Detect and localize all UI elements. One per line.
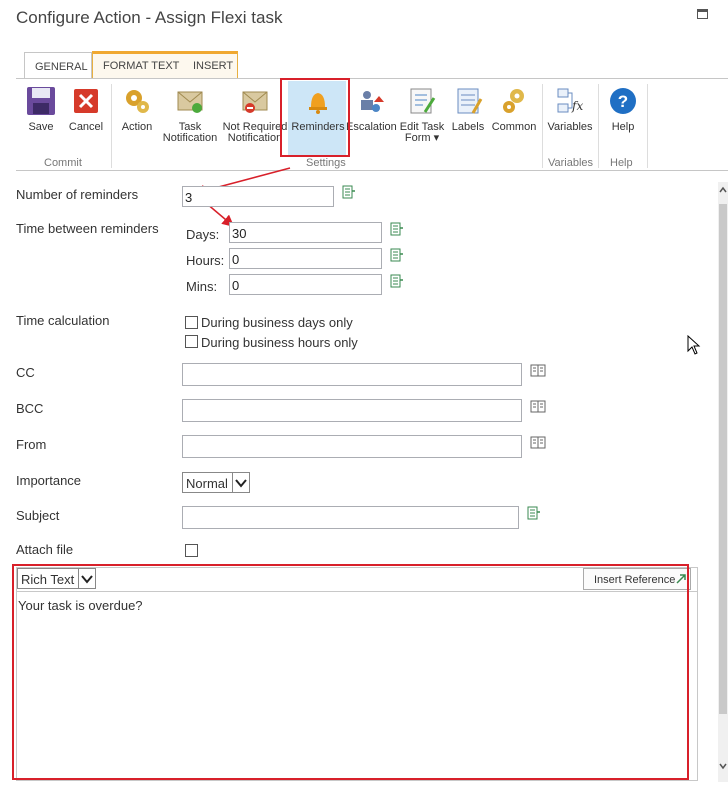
tab-insert[interactable]: INSERT <box>183 52 243 79</box>
cancel-button[interactable]: Cancel <box>68 86 104 133</box>
insert-reference-icon[interactable] <box>342 185 356 199</box>
cc-input[interactable] <box>182 363 522 386</box>
variables-fx-icon: fx <box>557 88 583 113</box>
business-hours-checkbox[interactable] <box>185 335 198 348</box>
attach-file-checkbox[interactable] <box>185 544 198 557</box>
group-label-variables: Variables <box>548 157 594 169</box>
time-calculation-label: Time calculation <box>16 313 110 328</box>
floppy-disk-icon <box>27 87 55 115</box>
vertical-scrollbar[interactable] <box>718 182 728 782</box>
hours-input[interactable]: 0 <box>229 248 382 269</box>
business-hours-label: During business hours only <box>201 335 358 350</box>
scroll-down-icon[interactable] <box>719 762 727 770</box>
form-edit-icon <box>410 88 436 114</box>
bcc-label: BCC <box>16 401 44 416</box>
save-button[interactable]: Save <box>26 86 56 133</box>
insert-reference-icon[interactable] <box>390 274 404 288</box>
labels-button[interactable]: Labels <box>450 86 486 133</box>
envelope-block-icon <box>242 91 268 113</box>
cancel-x-icon <box>74 89 98 113</box>
address-book-icon[interactable] <box>530 436 546 449</box>
window-title: Configure Action - Assign Flexi task <box>16 8 283 27</box>
maximize-icon[interactable] <box>697 9 708 19</box>
task-notification-button[interactable]: Task Notification <box>160 86 220 144</box>
hours-label: Hours: <box>186 253 225 268</box>
escalation-button[interactable]: Escalation <box>346 86 397 133</box>
edit-task-form-button[interactable]: Edit Task Form ▾ <box>398 86 446 144</box>
help-button[interactable]: ? Help <box>606 86 640 133</box>
reminders-highlight-box <box>280 78 350 157</box>
mouse-cursor-icon <box>687 335 701 355</box>
insert-reference-icon[interactable] <box>390 248 404 262</box>
scroll-up-icon[interactable] <box>719 186 727 194</box>
from-input[interactable] <box>182 435 522 458</box>
insert-reference-icon[interactable] <box>390 222 404 236</box>
subject-input[interactable] <box>182 506 519 529</box>
editor-highlight-box <box>12 564 689 780</box>
group-label-settings: Settings <box>306 157 346 169</box>
escalation-users-icon <box>361 91 384 112</box>
address-book-icon[interactable] <box>530 400 546 413</box>
days-input[interactable]: 30 <box>229 222 382 243</box>
business-days-label: During business days only <box>201 315 353 330</box>
chevron-down-icon <box>232 473 249 492</box>
number-of-reminders-input[interactable]: 3 <box>182 186 334 207</box>
tab-general[interactable]: GENERAL <box>24 52 92 79</box>
from-label: From <box>16 437 47 452</box>
svg-text:fx: fx <box>571 99 583 113</box>
dropdown-arrow-icon: ▾ <box>433 132 440 144</box>
variables-button[interactable]: fx Variables <box>546 86 594 133</box>
attach-file-label: Attach file <box>16 542 74 557</box>
subject-label: Subject <box>16 508 60 523</box>
gears-icon <box>126 90 149 113</box>
scrollbar-thumb[interactable] <box>719 204 727 714</box>
group-label-help: Help <box>610 157 633 169</box>
tab-format-text[interactable]: FORMAT TEXT <box>93 52 189 79</box>
common-button[interactable]: Common <box>490 86 538 133</box>
cc-label: CC <box>16 365 35 380</box>
insert-reference-icon[interactable] <box>527 506 541 520</box>
labels-notepad-icon <box>457 88 483 114</box>
address-book-icon[interactable] <box>530 364 546 377</box>
time-between-reminders-label: Time between reminders <box>16 221 159 236</box>
common-gears-icon <box>503 89 524 113</box>
days-label: Days: <box>186 227 220 242</box>
importance-label: Importance <box>16 473 82 488</box>
envelope-check-icon <box>177 91 203 113</box>
mins-input[interactable]: 0 <box>229 274 382 295</box>
action-button[interactable]: Action <box>118 86 156 133</box>
group-label-commit: Commit <box>44 157 82 169</box>
bcc-input[interactable] <box>182 399 522 422</box>
number-of-reminders-label: Number of reminders <box>16 187 139 202</box>
svg-text:?: ? <box>618 92 628 111</box>
business-days-checkbox[interactable] <box>185 316 198 329</box>
importance-select[interactable]: Normal <box>182 472 250 493</box>
not-required-notification-button[interactable]: Not Required Notification <box>222 86 288 144</box>
help-icon: ? <box>610 88 636 114</box>
mins-label: Mins: <box>186 279 218 294</box>
